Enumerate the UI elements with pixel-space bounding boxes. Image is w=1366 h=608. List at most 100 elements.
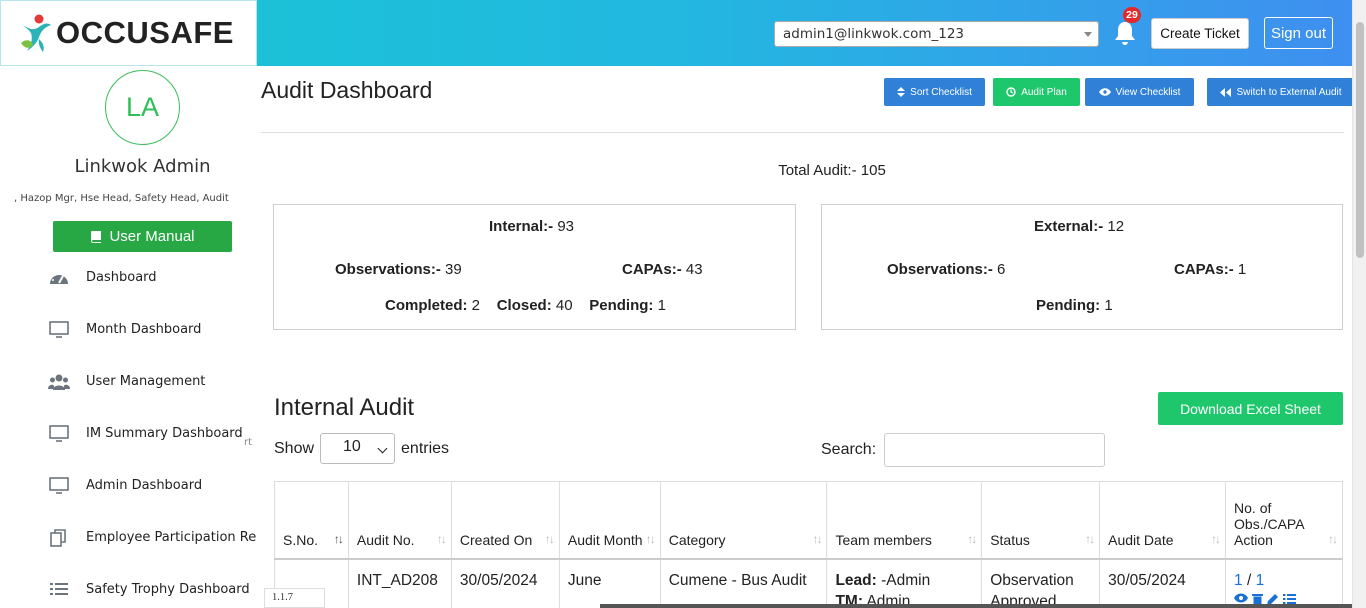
view-icon[interactable] — [1234, 593, 1249, 603]
closed-value: 40 — [555, 297, 573, 314]
pending-value: 1 — [657, 297, 666, 314]
scrollbar-thumb[interactable] — [1356, 22, 1364, 258]
sort-icon: ↑↓ — [544, 531, 555, 546]
bell-icon[interactable] — [1113, 20, 1137, 46]
capas-label: CAPAs:- — [622, 261, 682, 278]
view-checklist-label: View Checklist — [1115, 86, 1181, 98]
cell-audit-no: INT_AD208 — [347, 558, 452, 608]
entries-control: Show 10 entries — [274, 433, 449, 464]
sort-icon: ↑↓ — [645, 531, 656, 546]
capas-value: 43 — [685, 261, 703, 278]
column-header-team-members[interactable]: Team members ↑↓ — [826, 481, 983, 560]
sidebar-item-user-management[interactable]: User Management — [0, 356, 257, 408]
cell-status: Observation Approved — [981, 558, 1101, 608]
book-icon — [91, 231, 102, 243]
horizontal-scrollbar[interactable] — [600, 604, 1352, 608]
sort-icon: ↑↓ — [1085, 531, 1095, 546]
total-audit-label: Total Audit:- — [778, 162, 857, 179]
eye-icon — [1098, 88, 1111, 96]
sidebar-item-month-dashboard[interactable]: Month Dashboard — [0, 304, 257, 356]
column-header-status[interactable]: Status ↑↓ — [981, 481, 1101, 560]
user-manual-button[interactable]: User Manual — [53, 221, 232, 252]
entries-select-value: 10 — [343, 438, 361, 455]
column-header-created-on[interactable]: Created On ↑↓ — [450, 481, 560, 560]
delete-icon[interactable] — [1252, 593, 1264, 605]
capa-count-link[interactable]: 1 — [1256, 572, 1265, 589]
column-header-label: Audit Date — [1108, 531, 1174, 548]
search-input[interactable] — [884, 433, 1105, 467]
chevron-down-icon — [1084, 32, 1092, 37]
internal-audit-table: S.No. ↑↓ Audit No. ↑↓ Created On ↑↓ Audit M… — [274, 481, 1343, 608]
lead-value: -Admin — [881, 571, 931, 589]
internal-summary-card: Internal:- 93 Observations:- 39 CAPAs:- … — [273, 204, 796, 330]
column-header-audit-no[interactable]: Audit No. ↑↓ — [347, 481, 452, 560]
column-header-obs-capa-action[interactable]: No. of Obs./CAPA Action ↑↓ — [1225, 481, 1343, 560]
column-header-audit-date[interactable]: Audit Date ↑↓ — [1099, 481, 1227, 560]
brand-logo[interactable]: OCCUSAFE — [0, 0, 257, 66]
sidebar-item-safety-trophy-dashboard[interactable]: Safety Trophy Dashboard — [0, 564, 257, 608]
view-checklist-button[interactable]: View Checklist — [1085, 78, 1194, 106]
column-header-label: No. of Obs./CAPA Action — [1234, 499, 1304, 548]
account-select[interactable]: admin1@linkwok.com_123 — [774, 21, 1099, 47]
monitor-icon — [49, 425, 69, 442]
copy-icon — [50, 529, 66, 547]
column-header-category[interactable]: Category ↑↓ — [659, 481, 828, 560]
column-header-sno[interactable]: S.No. ↑↓ — [274, 481, 349, 560]
total-audit-value: 105 — [860, 162, 886, 179]
sign-out-button[interactable]: Sign out — [1264, 17, 1333, 49]
sidebar-item-employee-participation[interactable]: Employee Participation Re — [0, 512, 257, 564]
column-header-label: S.No. — [283, 531, 319, 548]
notification-badge[interactable]: 29 — [1123, 7, 1141, 23]
switch-external-label: Switch to External Audit — [1236, 86, 1342, 98]
sidebar-overflow-text: rt — [244, 437, 253, 448]
internal-capas: CAPAs:- 43 — [622, 261, 703, 278]
observations-label: Observations:- — [887, 261, 993, 278]
pending-label: Pending: — [589, 297, 654, 314]
closed-label: Closed: — [496, 297, 552, 314]
observations-value: 6 — [997, 261, 1006, 278]
internal-label: Internal:- — [489, 218, 554, 235]
sidebar-item-im-summary-dashboard[interactable]: IM Summary Dashboard — [0, 408, 257, 460]
total-audit: Total Audit:- 105 — [257, 162, 1366, 179]
clock-icon — [1006, 87, 1016, 97]
column-header-label: Category — [668, 531, 726, 548]
user-name: Linkwok Admin — [74, 156, 211, 177]
sidebar-item-dashboard[interactable]: Dashboard — [0, 252, 257, 304]
page-title: Audit Dashboard — [261, 77, 433, 103]
row-actions — [1234, 593, 1334, 605]
create-ticket-button[interactable]: Create Ticket — [1151, 18, 1249, 49]
internal-total: Internal:- 93 — [489, 218, 574, 235]
list-icon — [50, 583, 68, 595]
sidebar-item-label: Admin Dashboard — [86, 478, 203, 493]
avatar[interactable]: LA — [105, 70, 180, 145]
external-value: 12 — [1107, 218, 1125, 235]
observation-count-link[interactable]: 1 — [1234, 572, 1243, 589]
column-header-label: Status — [990, 531, 1030, 548]
audit-plan-button[interactable]: Audit Plan — [993, 78, 1080, 106]
observations-label: Observations:- — [335, 261, 441, 278]
sidebar-item-admin-dashboard[interactable]: Admin Dashboard — [0, 460, 257, 512]
sort-icon: ↑↓ — [1211, 531, 1221, 546]
table-row[interactable]: INT_AD208 30/05/2024 June Cumene - Bus A… — [274, 558, 1343, 608]
vertical-scrollbar[interactable] — [1352, 0, 1366, 608]
sort-icon: ↑↓ — [812, 531, 822, 546]
sort-checklist-button[interactable]: Sort Checklist — [884, 78, 985, 106]
external-pending: Pending: 1 — [1036, 297, 1113, 314]
edit-icon[interactable] — [1267, 593, 1279, 605]
sort-icon: ↑↓ — [1328, 531, 1338, 546]
list-icon[interactable] — [1283, 593, 1297, 605]
entries-select[interactable]: 10 — [320, 433, 396, 464]
count-separator: / — [1246, 571, 1252, 589]
download-excel-button[interactable]: Download Excel Sheet — [1158, 392, 1343, 425]
completed-label: Completed: — [385, 297, 468, 314]
show-label: Show — [274, 439, 315, 457]
external-observations: Observations:- 6 — [887, 261, 1005, 278]
logo-figure-icon — [21, 14, 51, 52]
app-root: OCCUSAFE admin1@linkwok.com_123 29 Creat… — [0, 0, 1366, 608]
capas-label: CAPAs:- — [1174, 261, 1234, 278]
pending-value: 1 — [1104, 297, 1113, 314]
gauge-icon — [50, 272, 68, 284]
column-header-audit-month[interactable]: Audit Month ↑↓ — [558, 481, 661, 560]
lead-label: Lead: — [835, 571, 877, 589]
switch-external-audit-button[interactable]: Switch to External Audit — [1207, 78, 1355, 106]
